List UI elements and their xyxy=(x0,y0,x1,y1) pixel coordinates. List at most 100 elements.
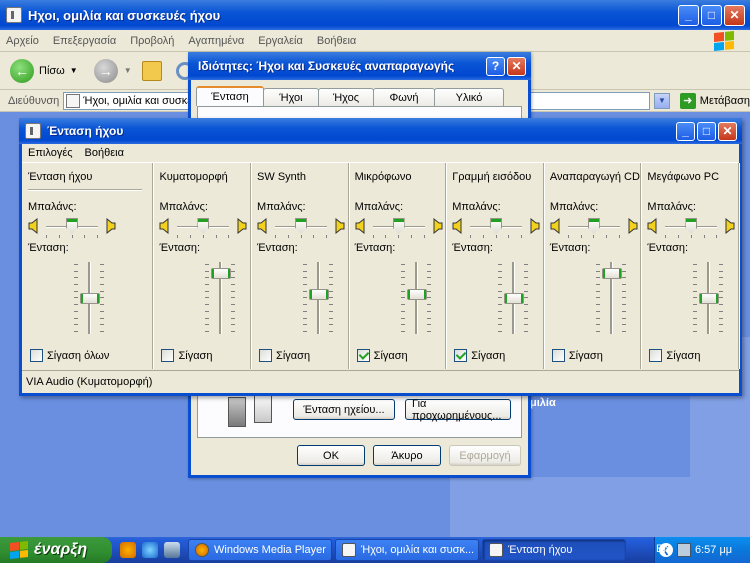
volume-thumb[interactable] xyxy=(504,293,525,304)
volume-ticks-left xyxy=(74,264,78,332)
balance-label: Μπαλάνς: xyxy=(28,201,77,213)
balance-slider[interactable] xyxy=(647,217,735,238)
forward-button[interactable]: → xyxy=(93,58,118,83)
balance-slider[interactable] xyxy=(28,217,116,238)
volume-thumb[interactable] xyxy=(80,293,100,304)
volume-label: Ένταση: xyxy=(28,242,69,254)
tab-audio[interactable]: Ήχος xyxy=(318,88,374,106)
clock[interactable]: 6:57 μμ xyxy=(695,544,732,556)
language-indicator[interactable]: EN xyxy=(656,543,671,555)
menu-vol-help[interactable]: Βοήθεια xyxy=(85,147,124,159)
balance-thumb[interactable] xyxy=(490,218,503,234)
menu-view[interactable]: Προβολή xyxy=(130,35,174,47)
explorer-body-text: μιλία xyxy=(530,397,556,409)
menu-file[interactable]: Αρχείο xyxy=(6,35,39,47)
menu-tools[interactable]: Εργαλεία xyxy=(258,35,303,47)
balance-thumb[interactable] xyxy=(66,218,78,234)
menu-edit[interactable]: Επεξεργασία xyxy=(53,35,116,47)
advanced-button[interactable]: Για προχωρημένους... xyxy=(405,398,511,422)
right-speaker-icon xyxy=(723,218,735,234)
volume-ticks-left xyxy=(498,264,503,332)
explorer-titlebar[interactable]: Ηχοι, ομιλία και συσκευές ήχου _ □ ✕ xyxy=(0,0,750,30)
task-volume-control[interactable]: Ένταση ήχου xyxy=(482,539,626,561)
task-sound-panel[interactable]: Ήχοι, ομιλία και συσκ... xyxy=(335,539,479,561)
go-button[interactable]: ➜ Μετάβαση xyxy=(679,92,750,109)
volume-thumb[interactable] xyxy=(211,268,232,279)
volume-thumb[interactable] xyxy=(406,289,427,300)
vol-close-button[interactable]: ✕ xyxy=(718,121,737,141)
vol-titlebar[interactable]: Ένταση ήχου _ □ ✕ xyxy=(19,118,742,144)
mixer-channel: Μικρόφωνο Μπαλάνς: Ένταση: Σίγαση xyxy=(349,163,447,369)
mute-check-box[interactable] xyxy=(30,349,43,362)
close-button[interactable]: ✕ xyxy=(724,4,745,26)
volume-slider[interactable] xyxy=(494,262,534,334)
minimize-button[interactable]: _ xyxy=(678,4,699,26)
ok-button[interactable]: OK xyxy=(297,445,365,466)
balance-slider[interactable] xyxy=(355,217,443,238)
mute-check-box[interactable] xyxy=(454,349,468,362)
task-media-player[interactable]: Windows Media Player xyxy=(188,539,332,561)
mute-checkbox[interactable]: Σίγαση xyxy=(259,349,310,362)
start-button[interactable]: έναρξη xyxy=(0,537,112,563)
maximize-button[interactable]: □ xyxy=(701,4,722,26)
mute-checkbox[interactable]: Σίγαση xyxy=(161,349,212,362)
back-button[interactable]: ← Πίσω ▼ xyxy=(10,58,78,83)
mixer-channel: Μεγάφωνο PC Μπαλάνς: Ένταση: Σίγαση xyxy=(641,163,740,369)
desktop-icon[interactable] xyxy=(164,542,180,558)
volume-slider[interactable] xyxy=(689,262,729,334)
media-player-icon[interactable] xyxy=(120,542,136,558)
balance-thumb[interactable] xyxy=(392,218,405,234)
volume-slider[interactable] xyxy=(397,262,437,334)
volume-slider[interactable] xyxy=(592,262,632,334)
menu-favorites[interactable]: Αγαπημένα xyxy=(188,35,244,47)
menu-options[interactable]: Επιλογές xyxy=(28,147,73,159)
mute-checkbox[interactable]: Σίγαση xyxy=(551,349,603,362)
props-close-button[interactable]: ✕ xyxy=(507,56,526,76)
volume-slider[interactable] xyxy=(70,262,110,334)
mute-checkbox[interactable]: Σίγαση όλων xyxy=(30,349,109,362)
balance-slider[interactable] xyxy=(257,217,345,238)
mute-checkbox[interactable]: Σίγαση xyxy=(356,349,408,362)
volume-thumb[interactable] xyxy=(699,293,720,304)
volume-slider[interactable] xyxy=(201,262,241,334)
help-button[interactable]: ? xyxy=(486,56,505,76)
mute-check-box[interactable] xyxy=(161,349,175,362)
speaker-volume-button[interactable]: Ένταση ηχείου... xyxy=(293,399,395,420)
vol-minimize-button[interactable]: _ xyxy=(676,121,695,141)
mute-checkbox[interactable]: Σίγαση xyxy=(454,349,505,362)
mute-check-box[interactable] xyxy=(259,349,273,362)
props-titlebar[interactable]: Ιδιότητες: Ήχοι και Συσκευές αναπαραγωγή… xyxy=(188,52,531,80)
volume-thumb[interactable] xyxy=(601,268,622,279)
balance-thumb[interactable] xyxy=(197,218,210,234)
cancel-button[interactable]: Άκυρο xyxy=(373,445,441,466)
mute-check-box[interactable] xyxy=(551,349,565,362)
balance-slider[interactable] xyxy=(550,217,638,238)
right-speaker-icon xyxy=(333,218,345,234)
balance-slider[interactable] xyxy=(159,217,247,238)
up-folder-icon[interactable] xyxy=(141,60,162,81)
tab-volume[interactable]: Ένταση xyxy=(196,86,264,106)
volume-thumb[interactable] xyxy=(309,289,330,300)
menu-help[interactable]: Βοήθεια xyxy=(317,35,356,47)
channel-name: Μεγάφωνο PC xyxy=(647,171,720,183)
internet-explorer-icon[interactable] xyxy=(142,542,158,558)
left-speaker-icon xyxy=(452,218,464,234)
tab-voice[interactable]: Φωνή xyxy=(373,88,435,106)
mute-label: Σίγαση xyxy=(276,349,311,362)
tab-hardware[interactable]: Υλικό xyxy=(434,88,504,106)
balance-thumb[interactable] xyxy=(587,218,600,234)
vol-maximize-button[interactable]: □ xyxy=(697,121,716,141)
volume-ticks-right xyxy=(231,264,236,332)
balance-slider[interactable] xyxy=(452,217,540,238)
balance-thumb[interactable] xyxy=(295,218,308,234)
tray-network-icon[interactable] xyxy=(677,543,691,557)
mute-check-box[interactable] xyxy=(356,349,370,362)
volume-slider[interactable] xyxy=(299,262,339,334)
volume-label: Ένταση: xyxy=(159,242,201,254)
address-dropdown-icon[interactable]: ▼ xyxy=(654,92,670,109)
mute-checkbox[interactable]: Σίγαση xyxy=(649,349,700,362)
apply-button[interactable]: Εφαρμογή xyxy=(449,445,521,466)
mute-check-box[interactable] xyxy=(649,349,663,362)
balance-thumb[interactable] xyxy=(685,218,698,234)
tab-sounds[interactable]: Ήχοι xyxy=(263,88,319,106)
